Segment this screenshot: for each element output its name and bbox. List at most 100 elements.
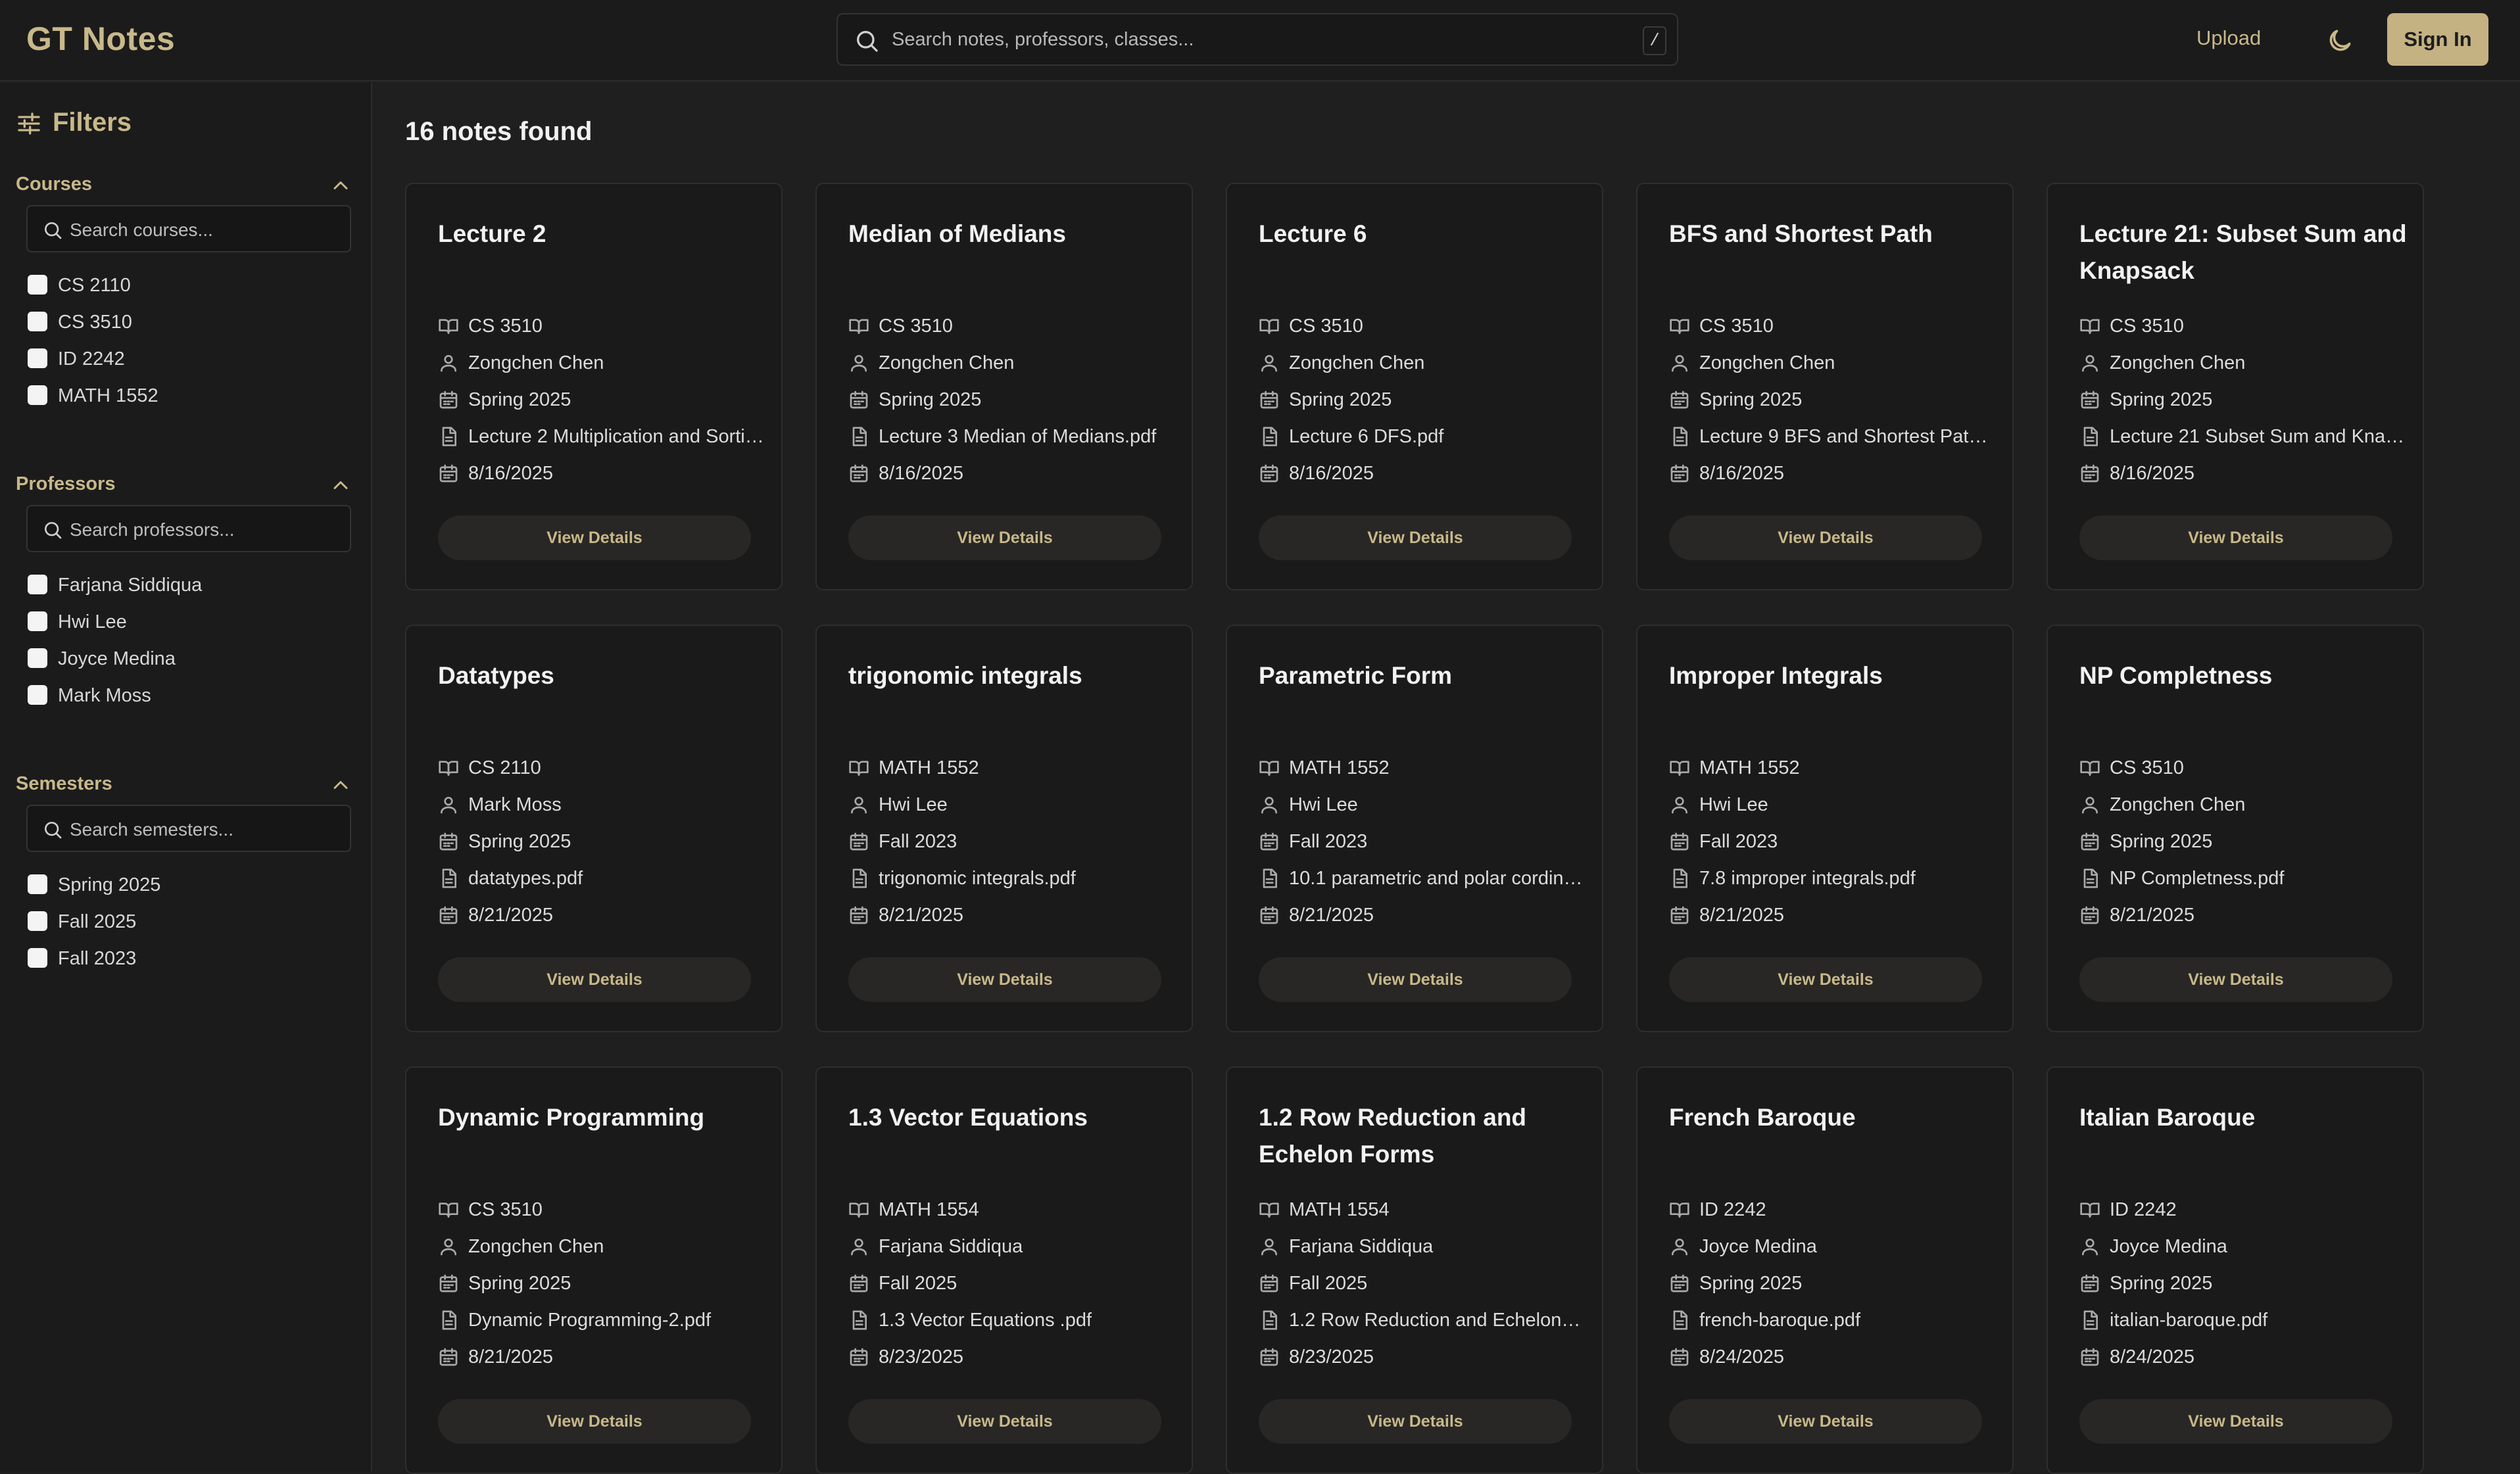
professors-search-input[interactable]: Search professors... xyxy=(26,505,351,552)
note-title[interactable]: Improper Integrals xyxy=(1669,657,1998,694)
note-card[interactable]: Italian Baroque ID 2242 Joyce Medina Spring… xyxy=(2047,1066,2424,1474)
note-card[interactable]: BFS and Shortest Path CS 3510 Zongchen Che… xyxy=(1636,183,2014,590)
user-icon xyxy=(441,355,456,372)
checkbox[interactable] xyxy=(28,275,47,295)
note-meta-row: Fall 2025 xyxy=(848,1270,1177,1296)
global-search-input[interactable]: Search notes, professors, classes... / xyxy=(836,13,1678,66)
note-meta-row: CS 2110 xyxy=(438,755,767,781)
checkbox-label: Hwi Lee xyxy=(58,611,127,632)
search-icon xyxy=(45,222,62,239)
note-meta-row: Zongchen Chen xyxy=(438,1233,767,1260)
note-title[interactable]: Median of Medians xyxy=(848,216,1177,252)
checkbox[interactable] xyxy=(28,312,47,331)
view-details-button[interactable]: View Details xyxy=(2079,957,2392,1002)
file-icon xyxy=(852,427,867,446)
note-title[interactable]: trigonomic integrals xyxy=(848,657,1177,694)
date-label: 8/16/2025 xyxy=(2110,463,2195,484)
checkbox[interactable] xyxy=(28,575,47,594)
course-label: ID 2242 xyxy=(2110,1199,2177,1220)
calendar-icon xyxy=(439,464,458,483)
view-details-button[interactable]: View Details xyxy=(1259,957,1572,1002)
checkbox[interactable] xyxy=(28,348,47,368)
note-card[interactable]: Lecture 2 CS 3510 Zongchen Chen Spring 2025… xyxy=(405,183,783,590)
file-icon xyxy=(1263,427,1277,446)
note-card[interactable]: trigonomic integrals MATH 1552 Hwi Lee Fall… xyxy=(815,625,1193,1032)
semesters-title[interactable]: Semesters xyxy=(16,773,112,795)
date-label: 8/16/2025 xyxy=(1289,463,1374,484)
note-title[interactable]: French Baroque xyxy=(1669,1099,1998,1136)
checkbox-label: Fall 2023 xyxy=(58,948,137,969)
chevron-up-icon[interactable] xyxy=(329,773,352,797)
note-title[interactable]: BFS and Shortest Path xyxy=(1669,216,1998,252)
view-details-button[interactable]: View Details xyxy=(2079,515,2392,560)
sliders-icon xyxy=(18,112,40,135)
view-details-button[interactable]: View Details xyxy=(1669,957,1982,1002)
date-label: 8/24/2025 xyxy=(1699,1346,1785,1367)
note-title[interactable]: Parametric Form xyxy=(1259,657,1587,694)
view-details-button[interactable]: View Details xyxy=(438,957,751,1002)
note-title[interactable]: Dynamic Programming xyxy=(438,1099,767,1136)
semester-label: Fall 2025 xyxy=(879,1273,957,1294)
upload-link[interactable]: Upload xyxy=(2196,26,2261,50)
view-details-button[interactable]: View Details xyxy=(848,957,1161,1002)
moon-icon[interactable] xyxy=(2325,26,2354,55)
checkbox[interactable] xyxy=(28,611,47,631)
checkbox[interactable] xyxy=(28,648,47,668)
checkbox[interactable] xyxy=(28,385,47,405)
note-meta-row: Lecture 21 Subset Sum and Knapsack.pdf xyxy=(2079,423,2408,450)
note-card[interactable]: Median of Medians CS 3510 Zongchen Chen Spr… xyxy=(815,183,1193,590)
note-title[interactable]: Italian Baroque xyxy=(2079,1099,2408,1136)
note-title[interactable]: Datatypes xyxy=(438,657,767,694)
view-details-button[interactable]: View Details xyxy=(1669,515,1982,560)
checkbox[interactable] xyxy=(28,948,47,968)
semesters-search-placeholder: Search semesters... xyxy=(70,819,233,840)
calendar-icon xyxy=(850,1274,868,1293)
view-details-button[interactable]: View Details xyxy=(1259,515,1572,560)
note-card[interactable]: Lecture 21: Subset Sum and Knapsack CS 35… xyxy=(2047,183,2424,590)
professors-title[interactable]: Professors xyxy=(16,473,116,495)
view-details-button[interactable]: View Details xyxy=(438,515,751,560)
logo[interactable]: GT Notes xyxy=(26,20,175,58)
book-icon xyxy=(2080,1202,2100,1218)
note-title[interactable]: NP Completness xyxy=(2079,657,2408,694)
note-meta-row: Fall 2025 xyxy=(1259,1270,1587,1296)
note-card[interactable]: Lecture 6 CS 3510 Zongchen Chen Spring 2025… xyxy=(1226,183,1603,590)
courses-title[interactable]: Courses xyxy=(16,174,92,195)
note-card[interactable]: Datatypes CS 2110 Mark Moss Spring 2025 data… xyxy=(405,625,783,1032)
chevron-up-icon[interactable] xyxy=(329,473,352,497)
semester-label: Spring 2025 xyxy=(1699,389,1803,410)
checkbox[interactable] xyxy=(28,874,47,894)
note-title[interactable]: 1.2 Row Reduction and Echelon Forms xyxy=(1259,1099,1587,1173)
note-title[interactable]: 1.3 Vector Equations xyxy=(848,1099,1177,1136)
view-details-button[interactable]: View Details xyxy=(848,1399,1161,1444)
note-meta-row: Zongchen Chen xyxy=(2079,350,2408,376)
note-title[interactable]: Lecture 21: Subset Sum and Knapsack xyxy=(2079,216,2408,289)
view-details-button[interactable]: View Details xyxy=(438,1399,751,1444)
note-meta-row: Lecture 9 BFS and Shortest Path.pdf xyxy=(1669,423,1998,450)
calendar-icon xyxy=(2081,1274,2099,1293)
note-card[interactable]: NP Completness CS 3510 Zongchen Chen Spring… xyxy=(2047,625,2424,1032)
note-card[interactable]: Improper Integrals MATH 1552 Hwi Lee Fall 2… xyxy=(1636,625,2014,1032)
note-title[interactable]: Lecture 6 xyxy=(1259,216,1587,252)
checkbox[interactable] xyxy=(28,911,47,931)
note-card[interactable]: 1.2 Row Reduction and Echelon Forms MATH … xyxy=(1226,1066,1603,1474)
view-details-button[interactable]: View Details xyxy=(848,515,1161,560)
view-details-button[interactable]: View Details xyxy=(1259,1399,1572,1444)
semesters-search-input[interactable]: Search semesters... xyxy=(26,805,351,852)
note-card[interactable]: 1.3 Vector Equations MATH 1554 Farjana Sid… xyxy=(815,1066,1193,1474)
view-details-button[interactable]: View Details xyxy=(2079,1399,2392,1444)
note-title[interactable]: Lecture 2 xyxy=(438,216,767,252)
note-meta-row: MATH 1552 xyxy=(1669,755,1998,781)
note-meta-row: Spring 2025 xyxy=(848,387,1177,413)
checkbox-label: Farjana Siddiqua xyxy=(58,575,203,596)
chevron-up-icon[interactable] xyxy=(329,174,352,197)
note-card[interactable]: French Baroque ID 2242 Joyce Medina Spring … xyxy=(1636,1066,2014,1474)
note-meta-row: CS 3510 xyxy=(2079,755,2408,781)
sign-in-button[interactable]: Sign In xyxy=(2387,13,2488,66)
checkbox[interactable] xyxy=(28,685,47,705)
note-card[interactable]: Dynamic Programming CS 3510 Zongchen Chen S… xyxy=(405,1066,783,1474)
note-card[interactable]: Parametric Form MATH 1552 Hwi Lee Fall 2023… xyxy=(1226,625,1603,1032)
courses-search-input[interactable]: Search courses... xyxy=(26,205,351,252)
note-meta-row: Hwi Lee xyxy=(1259,792,1587,818)
view-details-button[interactable]: View Details xyxy=(1669,1399,1982,1444)
